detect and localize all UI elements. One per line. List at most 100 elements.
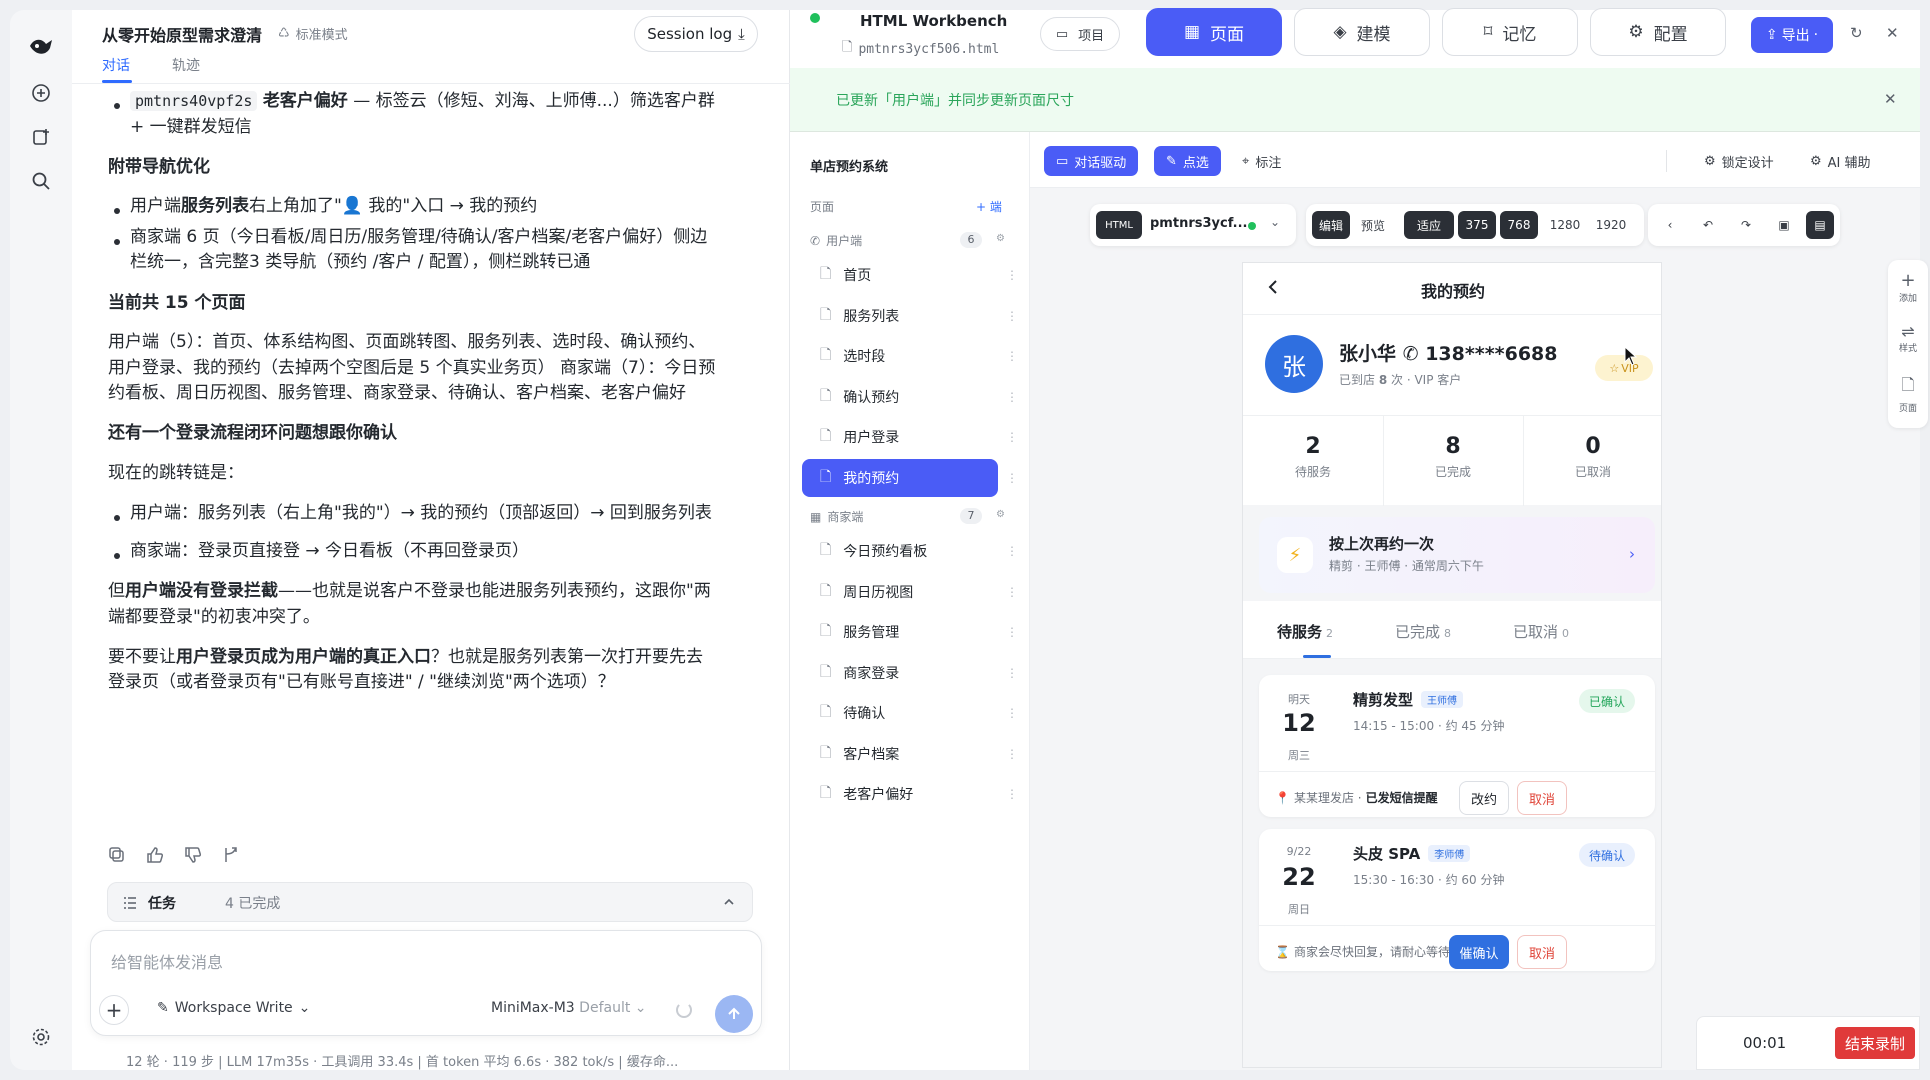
- more-icon[interactable]: ⋮: [1006, 666, 1018, 680]
- tab-pending[interactable]: 待服务 2: [1277, 621, 1333, 642]
- visit-count: 8: [1378, 373, 1388, 387]
- more-icon[interactable]: ⋮: [1006, 544, 1018, 558]
- cancel-button[interactable]: 取消: [1517, 781, 1567, 815]
- page-item-confirm[interactable]: 🗋 确认预约: [802, 378, 998, 416]
- more-icon[interactable]: ⋮: [1006, 309, 1018, 323]
- group-user[interactable]: ✆ 用户端: [810, 232, 862, 249]
- page-item-pending[interactable]: 🗋 待确认: [802, 694, 998, 732]
- add-tool[interactable]: + 添加: [1888, 270, 1928, 304]
- workspace-select[interactable]: ✎ Workspace Write ⌄: [157, 1000, 310, 1016]
- search-icon[interactable]: [24, 164, 58, 198]
- settings-gear-icon[interactable]: [24, 1020, 58, 1054]
- size-768-button[interactable]: 768: [1500, 211, 1538, 239]
- tab-config[interactable]: ⚙ 配置: [1590, 8, 1726, 56]
- page-item-merchant-login[interactable]: 🗋 商家登录: [802, 654, 998, 692]
- add-end-button[interactable]: + 端: [976, 198, 1002, 215]
- more-icon[interactable]: ⋮: [1006, 349, 1018, 363]
- urge-confirm-button[interactable]: 催确认: [1449, 935, 1509, 969]
- stop-recording-button[interactable]: 结束录制: [1835, 1027, 1915, 1059]
- more-icon[interactable]: ⋮: [1006, 268, 1018, 282]
- more-icon[interactable]: ⋮: [1006, 747, 1018, 761]
- preview-mode-button[interactable]: 预览: [1354, 211, 1392, 239]
- stat-value: 0: [1585, 434, 1601, 459]
- tab-chat[interactable]: 对话: [102, 55, 130, 75]
- annotate-button[interactable]: ⌖ 标注: [1230, 146, 1293, 176]
- edit-mode-button[interactable]: 编辑: [1312, 211, 1350, 239]
- redo-icon[interactable]: ↷: [1732, 211, 1760, 239]
- group-settings-icon[interactable]: ⚙: [996, 509, 1005, 520]
- more-icon[interactable]: ⋮: [1006, 390, 1018, 404]
- thumbs-up-icon[interactable]: [146, 846, 164, 864]
- add-file-icon[interactable]: [24, 120, 58, 154]
- tab-pages[interactable]: ▦ 页面: [1146, 8, 1282, 56]
- appointment-card[interactable]: 明天 12 周三 精剪发型 王师傅 14:15 - 15:00 · 约 45 分钟…: [1259, 675, 1655, 817]
- page-item-user-login[interactable]: 🗋 用户登录: [802, 418, 998, 456]
- more-icon[interactable]: ⋮: [1006, 471, 1018, 485]
- page-item-time-slot[interactable]: 🗋 选时段: [802, 337, 998, 375]
- export-button[interactable]: ⇪ 导出 ·: [1751, 17, 1833, 53]
- branch-icon[interactable]: [222, 846, 240, 864]
- gear-icon: ⚙: [1704, 153, 1716, 169]
- text: 但: [108, 581, 125, 601]
- reschedule-button[interactable]: 改约: [1459, 781, 1509, 815]
- chat-drive-button[interactable]: ▭ 对话驱动: [1044, 146, 1139, 176]
- model-select[interactable]: MiniMax-M3 Default ⌄: [491, 1000, 647, 1016]
- style-tool[interactable]: ⇌ 样式: [1888, 322, 1928, 354]
- lock-design-button[interactable]: ⚙ 锁定设计: [1692, 146, 1786, 176]
- page-item-week-calendar[interactable]: 🗋 周日历视图: [802, 573, 998, 611]
- banner-close-icon[interactable]: ✕: [1884, 90, 1897, 108]
- page-item-my-bookings[interactable]: 🗋 我的预约: [802, 459, 998, 497]
- copy-icon[interactable]: [108, 846, 126, 864]
- thumbs-down-icon[interactable]: [184, 846, 202, 864]
- more-icon[interactable]: ⋮: [1006, 625, 1018, 639]
- size-375-button[interactable]: 375: [1458, 211, 1496, 239]
- page-item-today-board[interactable]: 🗋 今日预约看板: [802, 532, 998, 570]
- viewport-controls: 编辑 预览 适应 375 768 1280 1920: [1306, 204, 1644, 246]
- tab-memory[interactable]: ⌑ 记忆: [1442, 8, 1578, 56]
- chevron-left-icon[interactable]: ‹: [1656, 211, 1684, 239]
- image-icon[interactable]: ▣: [1770, 211, 1798, 239]
- more-icon[interactable]: ⋮: [1006, 706, 1018, 720]
- session-log-button[interactable]: Session log ⤓: [634, 16, 758, 52]
- page-icon: 🗋: [820, 704, 832, 720]
- stat-cancelled: 0 已取消: [1523, 416, 1661, 506]
- page-item-service-manage[interactable]: 🗋 服务管理: [802, 613, 998, 651]
- ai-assist-button[interactable]: ⚙ AI 辅助: [1798, 146, 1883, 176]
- appointment-card[interactable]: 9/22 22 周日 头皮 SPA 李师傅 15:30 - 16:30 · 约 6…: [1259, 829, 1655, 971]
- undo-icon[interactable]: ↶: [1694, 211, 1722, 239]
- page-item-preferences[interactable]: 🗋 老客户偏好: [802, 775, 998, 813]
- mode-tag[interactable]: ♺ 标准模式: [278, 24, 348, 43]
- page-item-customer-file[interactable]: 🗋 客户档案: [802, 735, 998, 773]
- tab-trace[interactable]: 轨迹: [172, 55, 200, 75]
- send-button[interactable]: [715, 995, 753, 1033]
- group-merchant[interactable]: ▦ 商家端: [810, 508, 863, 525]
- refresh-icon[interactable]: ↻: [1850, 24, 1863, 42]
- new-chat-icon[interactable]: [24, 76, 58, 110]
- app-logo-icon[interactable]: [24, 30, 58, 64]
- cancel-button[interactable]: 取消: [1517, 935, 1567, 969]
- save-icon[interactable]: ▤: [1806, 211, 1834, 239]
- close-icon[interactable]: ✕: [1886, 24, 1899, 42]
- tab-cancelled[interactable]: 已取消 0: [1513, 621, 1569, 642]
- page-item-home[interactable]: 🗋 首页: [802, 256, 998, 294]
- file-select[interactable]: HTML pmtnrs3ycf... ⌄: [1090, 204, 1296, 246]
- rebook-card[interactable]: ⚡ 按上次再约一次 精剪 · 王师傅 · 通常周六下午 ›: [1259, 517, 1655, 593]
- page-item-service-list[interactable]: 🗋 服务列表: [802, 297, 998, 335]
- size-1280-button[interactable]: 1280: [1544, 211, 1586, 239]
- pick-button[interactable]: ✎ 点选: [1154, 146, 1221, 176]
- more-icon[interactable]: ⋮: [1006, 430, 1018, 444]
- tab-modeling[interactable]: ◈ 建模: [1294, 8, 1430, 56]
- tab-done[interactable]: 已完成 8: [1395, 621, 1451, 642]
- size-1920-button[interactable]: 1920: [1590, 211, 1632, 239]
- group-settings-icon[interactable]: ⚙: [996, 233, 1005, 244]
- fit-button[interactable]: 适应: [1404, 211, 1454, 239]
- chevron-up-icon[interactable]: [722, 895, 736, 909]
- message-input[interactable]: 给智能体发消息: [111, 949, 223, 973]
- tab-config-label: 配置: [1653, 24, 1688, 45]
- more-icon[interactable]: ⋮: [1006, 585, 1018, 599]
- project-button[interactable]: ▭ 项目: [1040, 17, 1120, 51]
- task-bar[interactable]: 任务 4 已完成: [107, 882, 753, 922]
- attach-plus-button[interactable]: +: [99, 995, 129, 1025]
- more-icon[interactable]: ⋮: [1006, 787, 1018, 801]
- page-tool[interactable]: 🗋 页面: [1888, 374, 1928, 414]
